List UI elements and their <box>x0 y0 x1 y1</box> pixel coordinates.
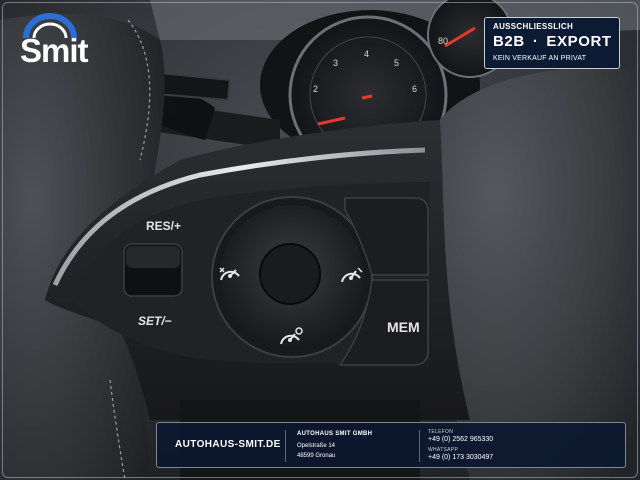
logo-wordmark: Smit <box>20 32 89 69</box>
svg-text:6: 6 <box>412 84 417 94</box>
footer-whatsapp[interactable]: +49 (0) 173 3030497 <box>428 454 493 461</box>
lim-left-icon[interactable] <box>217 262 243 284</box>
b2b-export-badge: AUSSCHLIESSLICH B2B · EXPORT KEIN VERKAUF … <box>484 17 620 69</box>
badge-sub-text: KEIN VERKAUF AN PRIVAT <box>493 55 587 62</box>
svg-text:3: 3 <box>333 58 338 68</box>
svg-text:80: 80 <box>438 36 448 46</box>
photo-stage: 2 3 4 5 6 80 RES/+ SET/− MEM Smit AUSSCH… <box>0 0 640 480</box>
badge-export: EXPORT <box>546 33 612 50</box>
svg-text:5: 5 <box>394 58 399 68</box>
res-plus-label: RES/+ <box>146 219 182 233</box>
footer-divider <box>285 430 286 462</box>
footer-street: Opelstraße 14 <box>297 443 336 449</box>
speed-limiter-bottom-icon[interactable] <box>278 326 304 348</box>
footer-company: AUTOHAUS SMIT GMBH <box>297 431 373 437</box>
footer-website[interactable]: AUTOHAUS-SMIT.DE <box>175 439 281 450</box>
footer-whatsapp-label: WHATSAPP <box>428 447 459 453</box>
badge-dot-separator: · <box>532 33 539 50</box>
footer-phone[interactable]: +49 (0) 2562 965330 <box>428 436 493 443</box>
svg-text:4: 4 <box>364 49 369 59</box>
badge-main-text: B2B · EXPORT <box>493 33 612 50</box>
svg-text:2: 2 <box>313 84 318 94</box>
mem-button-label: MEM <box>387 319 420 335</box>
cruise-right-icon[interactable] <box>338 264 364 286</box>
footer-city: 48599 Gronau <box>297 453 336 459</box>
badge-top-text: AUSSCHLIESSLICH <box>493 22 574 31</box>
footer-phone-label: TELEFON <box>428 429 454 435</box>
smit-logo: Smit <box>14 10 96 69</box>
badge-b2b: B2B <box>493 33 525 50</box>
dealer-footer: AUTOHAUS-SMIT.DE AUTOHAUS SMIT GMBH Opel… <box>156 422 626 468</box>
set-minus-label: SET/− <box>138 314 172 328</box>
footer-divider <box>419 430 420 462</box>
steering-wheel-photo: 2 3 4 5 6 80 <box>0 0 640 480</box>
